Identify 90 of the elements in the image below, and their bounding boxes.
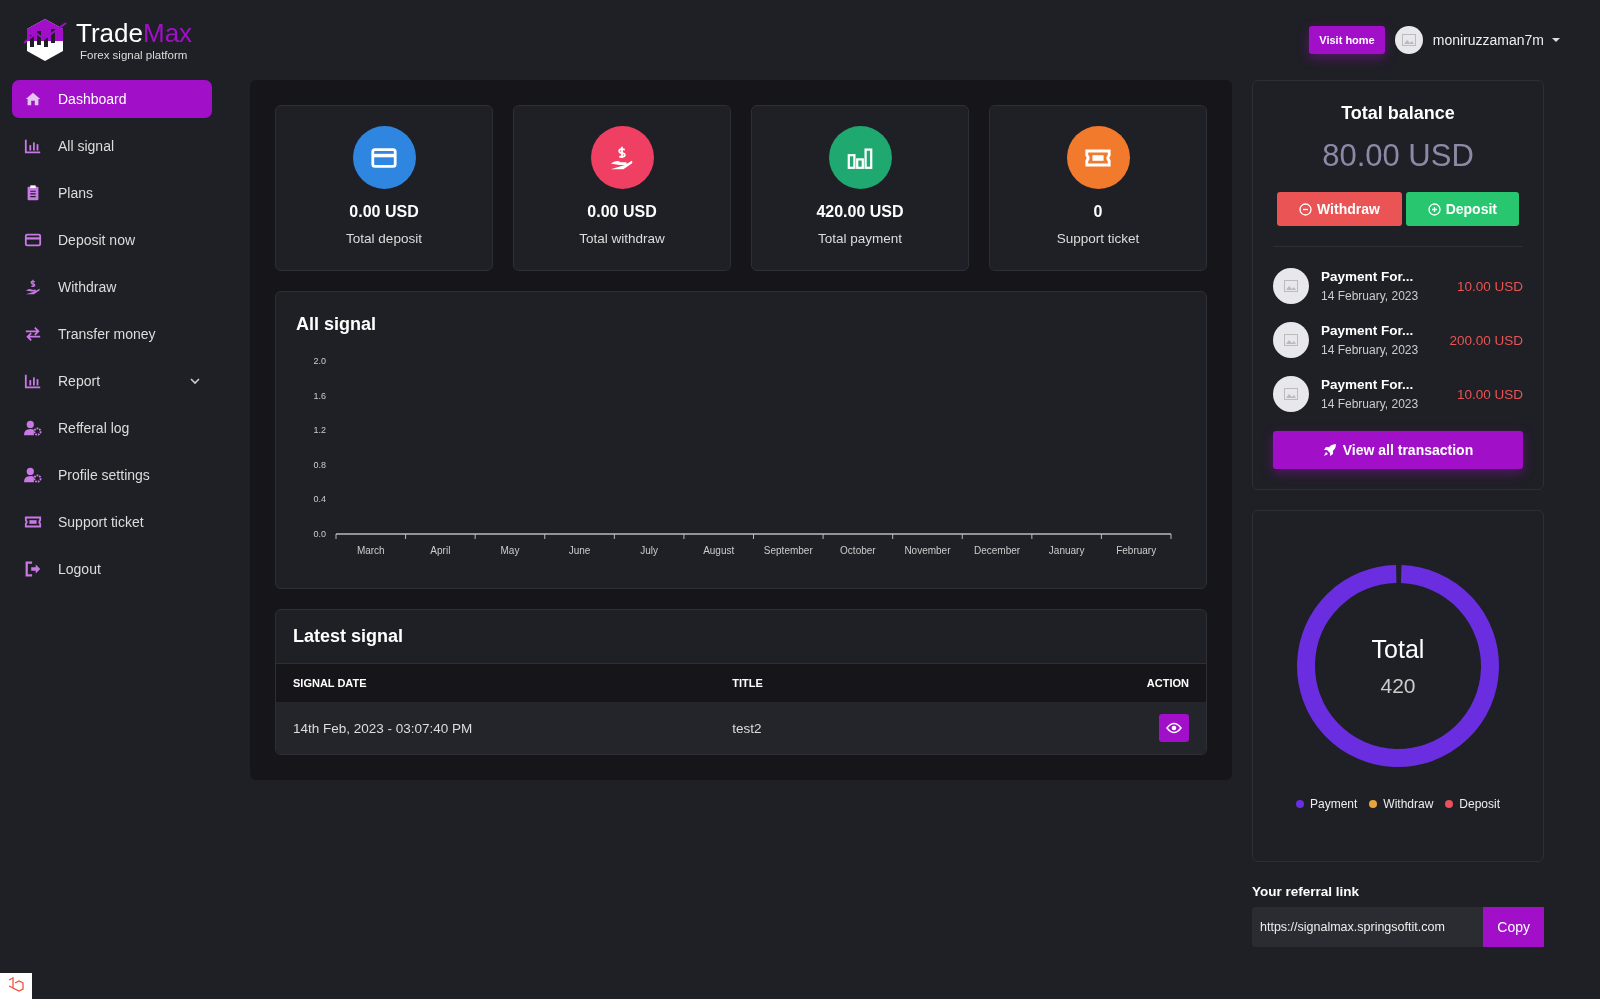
stat-label: Support ticket <box>1056 231 1140 246</box>
balance-title: Total balance <box>1341 103 1455 124</box>
y-tick-label: 2.0 <box>313 356 326 366</box>
x-axis-label: March <box>356 545 385 556</box>
image-icon <box>1401 34 1416 46</box>
sidebar-item[interactable]: Dashboard <box>12 80 212 118</box>
legend-label: Deposit <box>1459 797 1501 811</box>
visit-home-button[interactable]: Visit home <box>1309 26 1385 54</box>
transaction-date: 14 February, 2023 <box>1321 289 1419 303</box>
x-axis-label: November <box>904 545 951 556</box>
user-gear-icon <box>24 466 42 484</box>
table-cell: test2 <box>732 720 762 736</box>
minus-circle-icon <box>1299 202 1312 216</box>
x-axis-label: June <box>568 545 591 556</box>
stat-value: 0.00 USD <box>587 203 657 221</box>
debug-bar-button[interactable] <box>0 973 32 999</box>
x-axis-label: September <box>763 545 813 556</box>
table-cell: 14th Feb, 2023 - 03:07:40 PM <box>293 720 473 736</box>
sidebar-item[interactable]: Report <box>12 362 212 400</box>
stat-value: 0.00 USD <box>349 203 419 221</box>
sidebar-item[interactable]: Plans <box>12 174 212 212</box>
transaction-title: Payment For... <box>1321 323 1415 338</box>
x-axis-label: February <box>1116 545 1157 556</box>
x-axis-label: May <box>500 545 520 556</box>
sidebar-item[interactable]: Deposit now <box>12 221 212 259</box>
x-axis-label: December <box>973 545 1021 556</box>
view-button[interactable] <box>1159 714 1189 742</box>
copy-button[interactable]: Copy <box>1483 907 1544 947</box>
x-axis-label: January <box>1048 545 1085 556</box>
stat-label: Total withdraw <box>579 231 665 246</box>
referral-label: Your referral link <box>1252 884 1361 899</box>
x-axis-label: April <box>430 545 451 556</box>
transaction-title: Payment For... <box>1321 377 1415 392</box>
legend-label: Withdraw <box>1383 797 1434 811</box>
image-icon <box>1284 388 1298 400</box>
card-icon <box>24 231 42 249</box>
y-tick-label: 1.2 <box>313 425 326 436</box>
image-icon <box>1284 280 1298 292</box>
column-header: SIGNAL DATE <box>293 677 367 689</box>
transaction-date: 14 February, 2023 <box>1321 397 1419 411</box>
y-tick-label: 0.8 <box>313 459 326 470</box>
y-tick-label: 0.0 <box>313 529 326 539</box>
balance-amount: 80.00 USD <box>1322 138 1474 174</box>
transfer-icon <box>24 325 42 343</box>
sidebar-item[interactable]: Refferal log <box>12 409 212 447</box>
stat-label: Total deposit <box>346 231 422 246</box>
chart-title: All signal <box>296 314 377 335</box>
y-tick-label: 1.6 <box>313 390 326 401</box>
transaction-amount: 200.00 USD <box>1449 332 1523 348</box>
stat-label: Total payment <box>817 231 902 246</box>
withdraw-button[interactable]: Withdraw <box>1277 192 1402 226</box>
transaction-title: Payment For... <box>1321 269 1415 284</box>
stat-value: 0 <box>1093 203 1103 221</box>
user-gear-icon <box>24 419 42 437</box>
home-icon <box>24 90 42 108</box>
plus-circle-icon <box>1427 202 1441 216</box>
donut-value: 420 <box>1380 673 1416 698</box>
legend-label: Payment <box>1309 797 1358 811</box>
brand-tagline: Forex signal platform <box>80 48 189 61</box>
user-menu[interactable]: moniruzzaman7m <box>1432 32 1560 48</box>
stat-value: 420.00 USD <box>816 203 904 221</box>
chart-icon <box>24 372 42 390</box>
sidebar-item[interactable]: Transfer money <box>12 315 212 353</box>
sidebar-item[interactable]: All signal <box>12 127 212 165</box>
sidebar-item[interactable]: Withdraw <box>12 268 212 306</box>
sidebar-item[interactable]: Profile settings <box>12 456 212 494</box>
table-title: Latest signal <box>293 626 405 647</box>
x-axis-label: October <box>840 545 876 556</box>
sidebar-item[interactable]: Support ticket <box>12 503 212 541</box>
brand-name: TradeMax <box>76 19 193 46</box>
image-icon <box>1284 334 1298 346</box>
hand-dollar-icon <box>24 278 42 296</box>
sidebar-item[interactable]: Logout <box>12 550 212 588</box>
x-axis-label: July <box>640 545 658 556</box>
transaction-amount: 10.00 USD <box>1456 386 1523 402</box>
x-axis-label: August <box>703 545 735 556</box>
logo-icon <box>22 17 68 63</box>
donut-title: Total <box>1371 634 1425 664</box>
y-tick-label: 0.4 <box>313 494 326 505</box>
logout-icon <box>24 560 42 578</box>
transaction-amount: 10.00 USD <box>1456 278 1523 294</box>
eye-icon <box>1166 722 1182 734</box>
view-all-transaction-button[interactable]: View all transaction <box>1273 431 1523 469</box>
column-header: TITLE <box>732 677 763 689</box>
referral-link-field[interactable]: https://signalmax.springsoftit.com <box>1252 907 1484 947</box>
chart-icon <box>24 137 42 155</box>
user-avatar[interactable] <box>1394 26 1423 54</box>
rocket-icon <box>1322 443 1337 457</box>
column-header: ACTION <box>1146 677 1189 689</box>
transaction-date: 14 February, 2023 <box>1321 343 1419 357</box>
